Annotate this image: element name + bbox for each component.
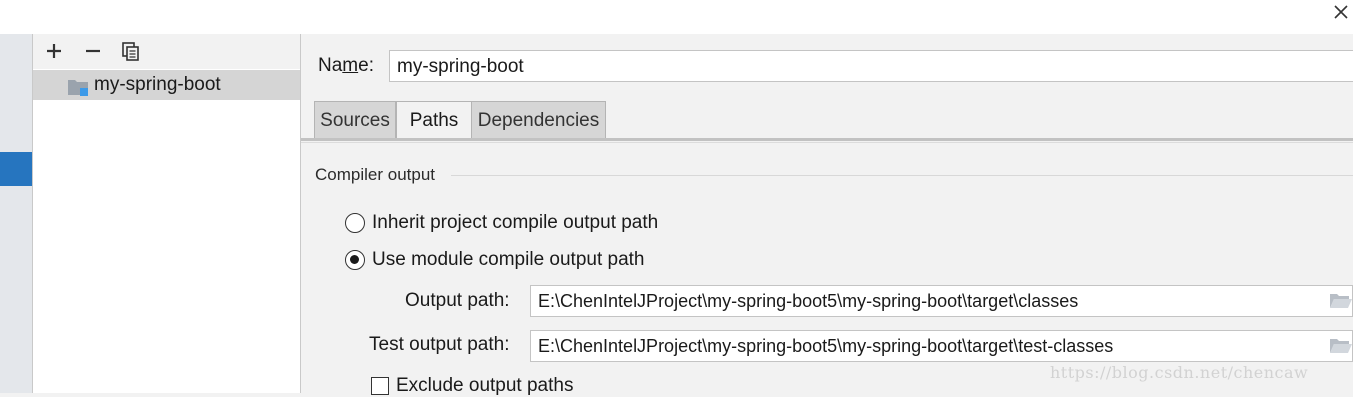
minus-icon[interactable] [82, 40, 104, 62]
module-item-label: my-spring-boot [94, 74, 221, 95]
output-path-input[interactable]: E:\ChenIntelJProject\my-spring-boot5\my-… [530, 285, 1353, 317]
tab-dependencies[interactable]: Dependencies [471, 101, 606, 139]
browse-folder-icon[interactable] [1329, 336, 1353, 356]
section-divider [451, 175, 1353, 176]
use-module-output-radio[interactable] [345, 250, 365, 270]
plus-icon[interactable] [43, 40, 65, 62]
settings-nav-strip [0, 34, 33, 393]
module-folder-icon [68, 80, 88, 96]
test-output-path-label: Test output path: [369, 334, 510, 355]
tab-sources[interactable]: Sources [314, 101, 396, 139]
copy-icon[interactable] [120, 40, 142, 62]
output-path-label: Output path: [405, 290, 510, 311]
module-detail-panel: Name: my-spring-boot Sources Paths Depen… [301, 34, 1353, 396]
exclude-output-checkbox[interactable] [371, 377, 389, 395]
name-label: Name: [318, 55, 374, 76]
inherit-output-label[interactable]: Inherit project compile output path [372, 212, 658, 234]
test-output-path-input[interactable]: E:\ChenIntelJProject\my-spring-boot5\my-… [530, 330, 1353, 362]
inherit-output-radio[interactable] [345, 213, 365, 233]
module-list-toolbar [33, 34, 300, 69]
exclude-output-label[interactable]: Exclude output paths [396, 375, 573, 397]
use-module-output-label[interactable]: Use module compile output path [372, 249, 645, 271]
compiler-output-title: Compiler output [315, 164, 442, 186]
watermark: https://blog.csdn.net/chencaw [1050, 363, 1309, 382]
close-icon[interactable] [1331, 2, 1351, 22]
module-list-item[interactable]: my-spring-boot [33, 70, 300, 100]
module-name-input[interactable]: my-spring-boot [389, 50, 1353, 82]
settings-nav-selection[interactable] [0, 152, 32, 186]
module-list-pane: my-spring-boot [33, 34, 301, 393]
browse-folder-icon[interactable] [1329, 291, 1353, 311]
tab-divider [301, 138, 1353, 141]
tab-divider-shadow [301, 142, 1353, 143]
dialog-titlebar [0, 0, 1353, 34]
tab-paths[interactable]: Paths [396, 101, 472, 139]
